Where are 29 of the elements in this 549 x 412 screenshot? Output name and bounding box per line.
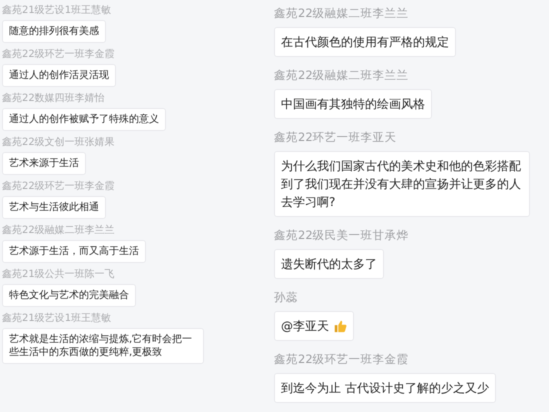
sender-name: 鑫苑22数媒四班李婧怡 xyxy=(2,93,105,105)
sender-name: 鑫苑22级融媒二班李兰兰 xyxy=(274,6,409,21)
message-bubble: 为什么我们国家古代的美术史和他的色彩搭配到了我们现在并没有大肆的宣扬并让更多的人去学习啊? xyxy=(274,151,530,217)
message-bubble: @李亚天 xyxy=(274,311,354,341)
sender-name: 鑫苑21级艺设1班王慧敏 xyxy=(2,313,112,325)
message-bubble: 艺术来源于生活 xyxy=(2,152,86,175)
sender-name: 鑫苑22级文创一班张婧果 xyxy=(2,137,115,149)
message-bubble: 遗失断代的太多了 xyxy=(274,249,384,279)
sender-name: 鑫苑22级环艺一班李金霞 xyxy=(2,49,115,61)
sender-name: 鑫苑22环艺一班李亚天 xyxy=(274,130,397,145)
message-bubble: 艺术就是生活的浓缩与提炼,它有时会把一些生活中的东西做的更纯粹,更极致 xyxy=(2,328,204,364)
message-bubble: 通过人的创作被赋予了特殊的意义 xyxy=(2,108,166,131)
sender-name: 鑫苑22级环艺一班李金霞 xyxy=(2,181,115,193)
message-bubble: 中国画有其独特的绘画风格 xyxy=(274,89,432,119)
message-bubble: 到迄今为止 古代设计史了解的少之又少 xyxy=(274,373,496,403)
message-bubble: 在古代颜色的使用有严格的规定 xyxy=(274,27,456,57)
message-bubble: 通过人的创作活灵活现 xyxy=(2,64,116,87)
sender-name: 鑫苑21级艺设1班王慧敏 xyxy=(2,5,112,17)
sender-name: 鑫苑22级民美一班甘承烨 xyxy=(274,228,409,243)
thumbs-up-icon xyxy=(333,319,347,333)
message-bubble: 艺术源于生活，而又高于生活 xyxy=(2,240,146,263)
sender-name: 鑫苑22级融媒二班李兰兰 xyxy=(274,68,409,83)
sender-name: 孙蕊 xyxy=(274,290,298,305)
sender-name: 鑫苑22级融媒二班李兰兰 xyxy=(2,225,115,237)
message-bubble: 随意的排列很有美感 xyxy=(2,20,106,43)
sender-name: 鑫苑21级公共一班陈一飞 xyxy=(2,269,115,281)
sender-name: 鑫苑22级环艺一班李金霞 xyxy=(274,352,409,367)
message-bubble: 特色文化与艺术的完美融合 xyxy=(2,284,136,307)
message-bubble: 艺术与生活彼此相通 xyxy=(2,196,106,219)
